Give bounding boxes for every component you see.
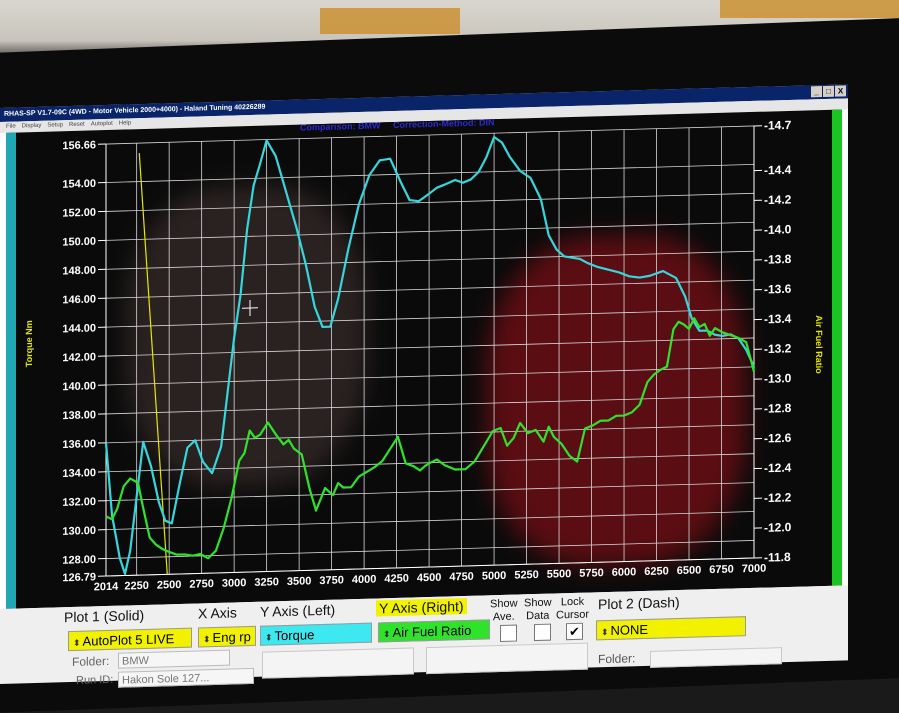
spinner-icon: ⬍: [73, 638, 81, 648]
left-axis-label: Torque Nm: [24, 320, 34, 367]
left-tick-label: 128.00: [62, 554, 96, 567]
right-tick-label: -13.8: [764, 252, 792, 267]
show-ave-checkbox[interactable]: [500, 625, 517, 642]
monitor-screen: RHAS-SP V1.7-09C (4WD - Motor Vehicle 20…: [0, 84, 848, 674]
x-tick-label: 5750: [579, 567, 603, 580]
plot1-select-value: AutoPlot 5 LIVE: [83, 631, 175, 649]
dyno-plot[interactable]: Comparison: BMW Correction-Method: DIN 2…: [6, 109, 842, 608]
x-tick-label: 5250: [514, 569, 538, 582]
left-tick-label: 142.00: [62, 351, 96, 364]
spinner-icon: ⬍: [203, 634, 211, 644]
left-tick-label: 156.66: [62, 139, 96, 152]
left-tick-label: 136.00: [62, 438, 96, 451]
plot2-select-value: NONE: [611, 622, 649, 638]
show-data-label: Show Data: [524, 597, 552, 624]
x-tick-label: 7000: [742, 563, 766, 576]
xaxis-select[interactable]: ⬍Eng rp: [198, 626, 256, 648]
left-tick-label: 148.00: [62, 265, 96, 278]
info-box: [426, 643, 588, 675]
x-tick-label: 2500: [157, 579, 181, 592]
run-id-label: Run ID:: [76, 674, 113, 687]
x-tick-label: 4250: [384, 573, 408, 586]
left-tick-label: 146.00: [62, 293, 96, 306]
show-ave-label: Show Ave.: [490, 598, 518, 625]
show-data-checkbox[interactable]: [534, 624, 551, 641]
xaxis-select-value: Eng rp: [213, 629, 251, 645]
menu-help[interactable]: Help: [119, 118, 131, 129]
maximize-button[interactable]: □: [823, 86, 834, 97]
x-tick-label: 3750: [319, 574, 343, 587]
folder-label: Folder:: [72, 654, 109, 669]
left-tick-label: 150.00: [62, 236, 96, 249]
right-tick-label: -11.8: [764, 550, 791, 565]
x-tick-label: 3000: [222, 577, 246, 590]
menu-file[interactable]: File: [6, 122, 16, 133]
right-tick-label: -14.2: [764, 192, 792, 207]
right-tick-label: -13.2: [764, 341, 792, 356]
left-tick-label: 126.79: [62, 571, 96, 584]
plot2-label: Plot 2 (Dash): [598, 594, 680, 612]
left-tick-label: 134.00: [62, 467, 96, 480]
right-tick-label: -12.0: [764, 520, 792, 535]
menu-autoplot[interactable]: Autoplot: [91, 119, 113, 131]
x-tick-label: 4750: [449, 571, 473, 584]
x-tick-label: 2250: [124, 580, 148, 593]
spinner-icon: ⬍: [265, 632, 273, 642]
x-tick-label: 3500: [287, 575, 311, 588]
yaxis-left-select[interactable]: ⬍Torque: [260, 623, 372, 646]
ceiling-beam: [720, 0, 899, 18]
menu-reset[interactable]: Reset: [69, 120, 85, 131]
left-tick-label: 138.00: [62, 409, 96, 422]
x-tick-label: 6500: [677, 564, 701, 577]
lock-cursor-label: Lock Cursor: [556, 596, 589, 623]
right-tick-label: -12.2: [764, 490, 792, 505]
left-tick-label: 132.00: [62, 496, 96, 509]
right-tick-label: -12.8: [764, 401, 792, 416]
left-tick-label: 152.00: [62, 207, 96, 220]
right-tick-label: -14.4: [764, 163, 792, 178]
left-tick-label: 140.00: [62, 380, 96, 393]
yaxis-right-select[interactable]: ⬍Air Fuel Ratio: [378, 619, 490, 642]
folder2-label: Folder:: [598, 651, 635, 666]
right-axis-label: Air Fuel Ratio: [814, 315, 824, 374]
x-tick-label: 2750: [189, 578, 213, 591]
x-tick-label: 4000: [352, 573, 376, 586]
x-tick-label: 4500: [417, 572, 441, 585]
minimize-button[interactable]: _: [811, 86, 822, 97]
yaxis-right-select-value: Air Fuel Ratio: [393, 623, 472, 640]
yaxis-left-label: Y Axis (Left): [260, 602, 335, 620]
x-tick-label: 6250: [644, 565, 668, 578]
spinner-icon: ⬍: [601, 627, 609, 637]
x-tick-label: 6750: [709, 564, 733, 577]
right-tick-label: -13.0: [764, 371, 792, 386]
spinner-icon: ⬍: [383, 629, 391, 639]
left-tick-label: 144.00: [62, 322, 96, 335]
plot1-label: Plot 1 (Solid): [64, 607, 144, 625]
right-tick-label: -12.6: [764, 431, 792, 446]
xaxis-label: X Axis: [198, 604, 237, 621]
yaxis-left-select-value: Torque: [275, 627, 315, 643]
chart-svg[interactable]: 2014 2250 2500 2750 3000 3250 3500 3750 4000 4250…: [6, 109, 842, 608]
yaxis-right-label: Y Axis (Right): [376, 598, 467, 617]
left-tick-label: 154.00: [62, 178, 96, 191]
x-tick-label: 5500: [547, 568, 571, 581]
close-button[interactable]: X: [835, 85, 846, 96]
x-tick-label: 6000: [612, 566, 636, 579]
right-tick-label: -13.4: [764, 312, 792, 327]
x-tick-label: 5000: [482, 570, 506, 583]
folder-field[interactable]: BMW: [118, 650, 230, 669]
plot1-select[interactable]: ⬍AutoPlot 5 LIVE: [68, 628, 192, 651]
menu-setup[interactable]: Setup: [47, 120, 63, 131]
right-tick-label: -12.4: [764, 461, 792, 476]
x-tick-label: 3250: [254, 576, 278, 589]
left-tick-label: 130.00: [62, 525, 96, 538]
x-tick-label: 2014: [94, 581, 119, 594]
plot2-select[interactable]: ⬍NONE: [596, 616, 746, 640]
right-tick-label: -14.0: [764, 222, 792, 237]
right-tick-label: -13.6: [764, 282, 792, 297]
menu-display[interactable]: Display: [22, 121, 42, 133]
lock-cursor-checkbox[interactable]: ✔: [566, 623, 583, 640]
ceiling-beam: [320, 8, 460, 34]
right-tick-label: -14.7: [764, 118, 792, 133]
